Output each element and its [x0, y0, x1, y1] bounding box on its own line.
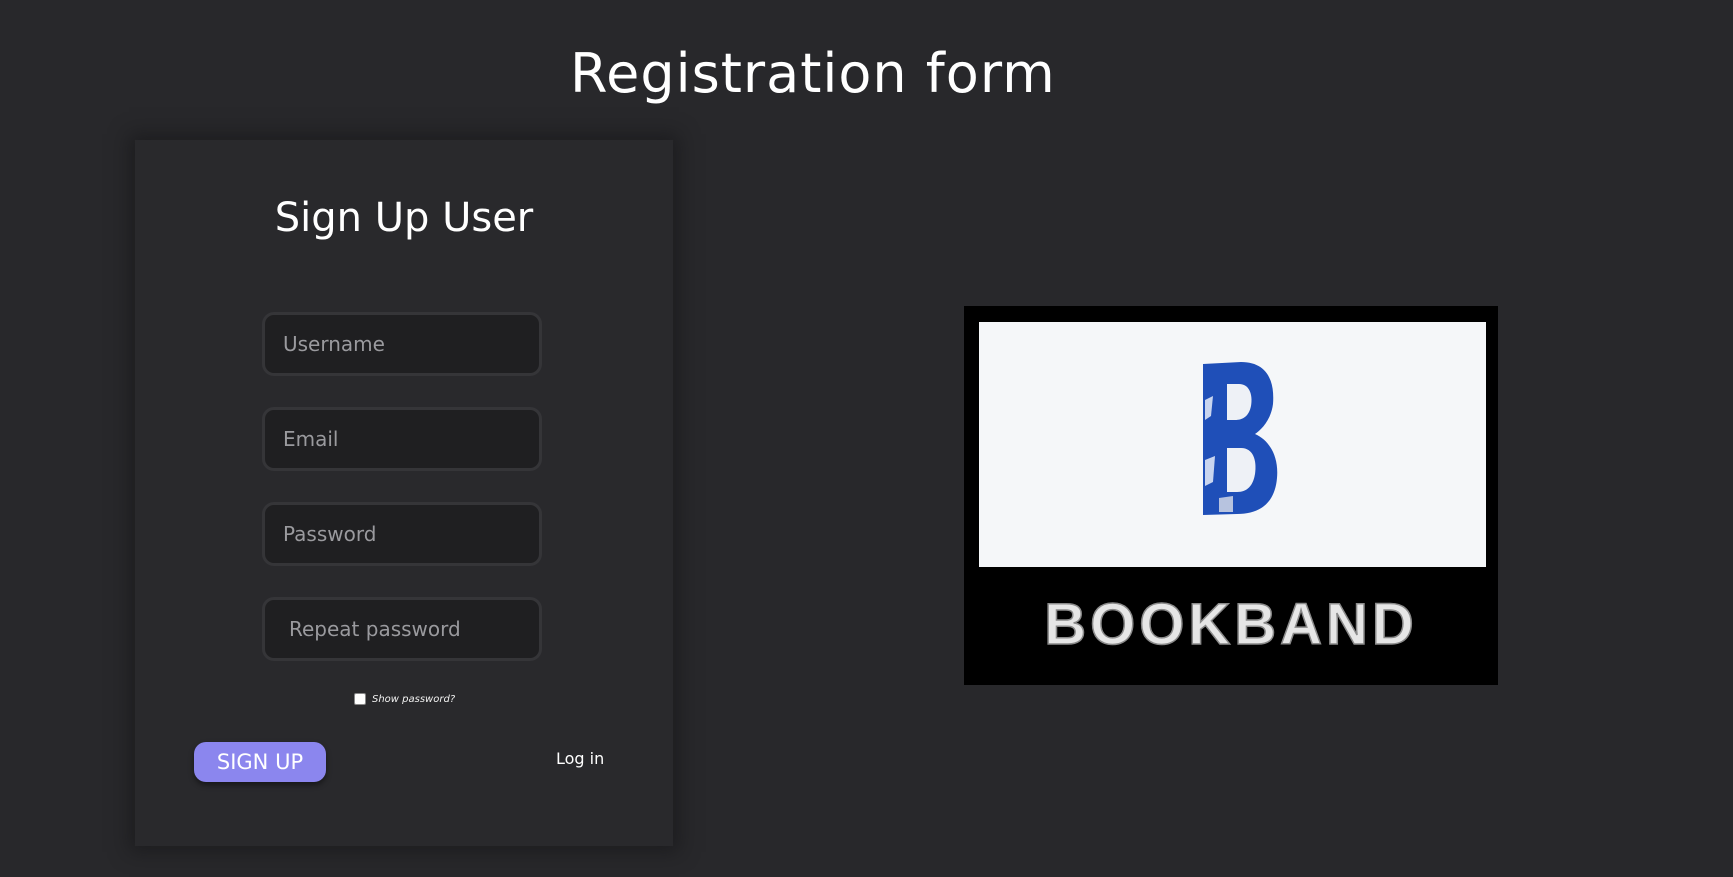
logo-b-mark	[1203, 362, 1278, 515]
show-password-row: Show password?	[354, 693, 455, 705]
page: Registration form Sign Up User Show pass…	[0, 0, 1733, 877]
show-password-checkbox[interactable]	[354, 693, 366, 705]
logo-wordmark: BOOKBAND	[1043, 596, 1418, 652]
login-link[interactable]: Log in	[556, 749, 604, 768]
password-input[interactable]	[262, 502, 542, 566]
page-title: Registration form	[570, 42, 1056, 105]
logo-wordmark-text: BOOKBAND	[1044, 596, 1418, 652]
show-password-label: Show password?	[372, 693, 456, 705]
logo-emblem-panel	[979, 322, 1486, 567]
repeat-password-input[interactable]	[262, 597, 542, 661]
signup-button[interactable]: SIGN UP	[194, 742, 326, 782]
email-input[interactable]	[262, 407, 542, 471]
signup-card: Sign Up User Show password? SIGN UP Log …	[135, 140, 673, 846]
form-title: Sign Up User	[274, 195, 534, 241]
bookband-logo: BOOKBAND	[964, 306, 1498, 685]
username-input[interactable]	[262, 312, 542, 376]
